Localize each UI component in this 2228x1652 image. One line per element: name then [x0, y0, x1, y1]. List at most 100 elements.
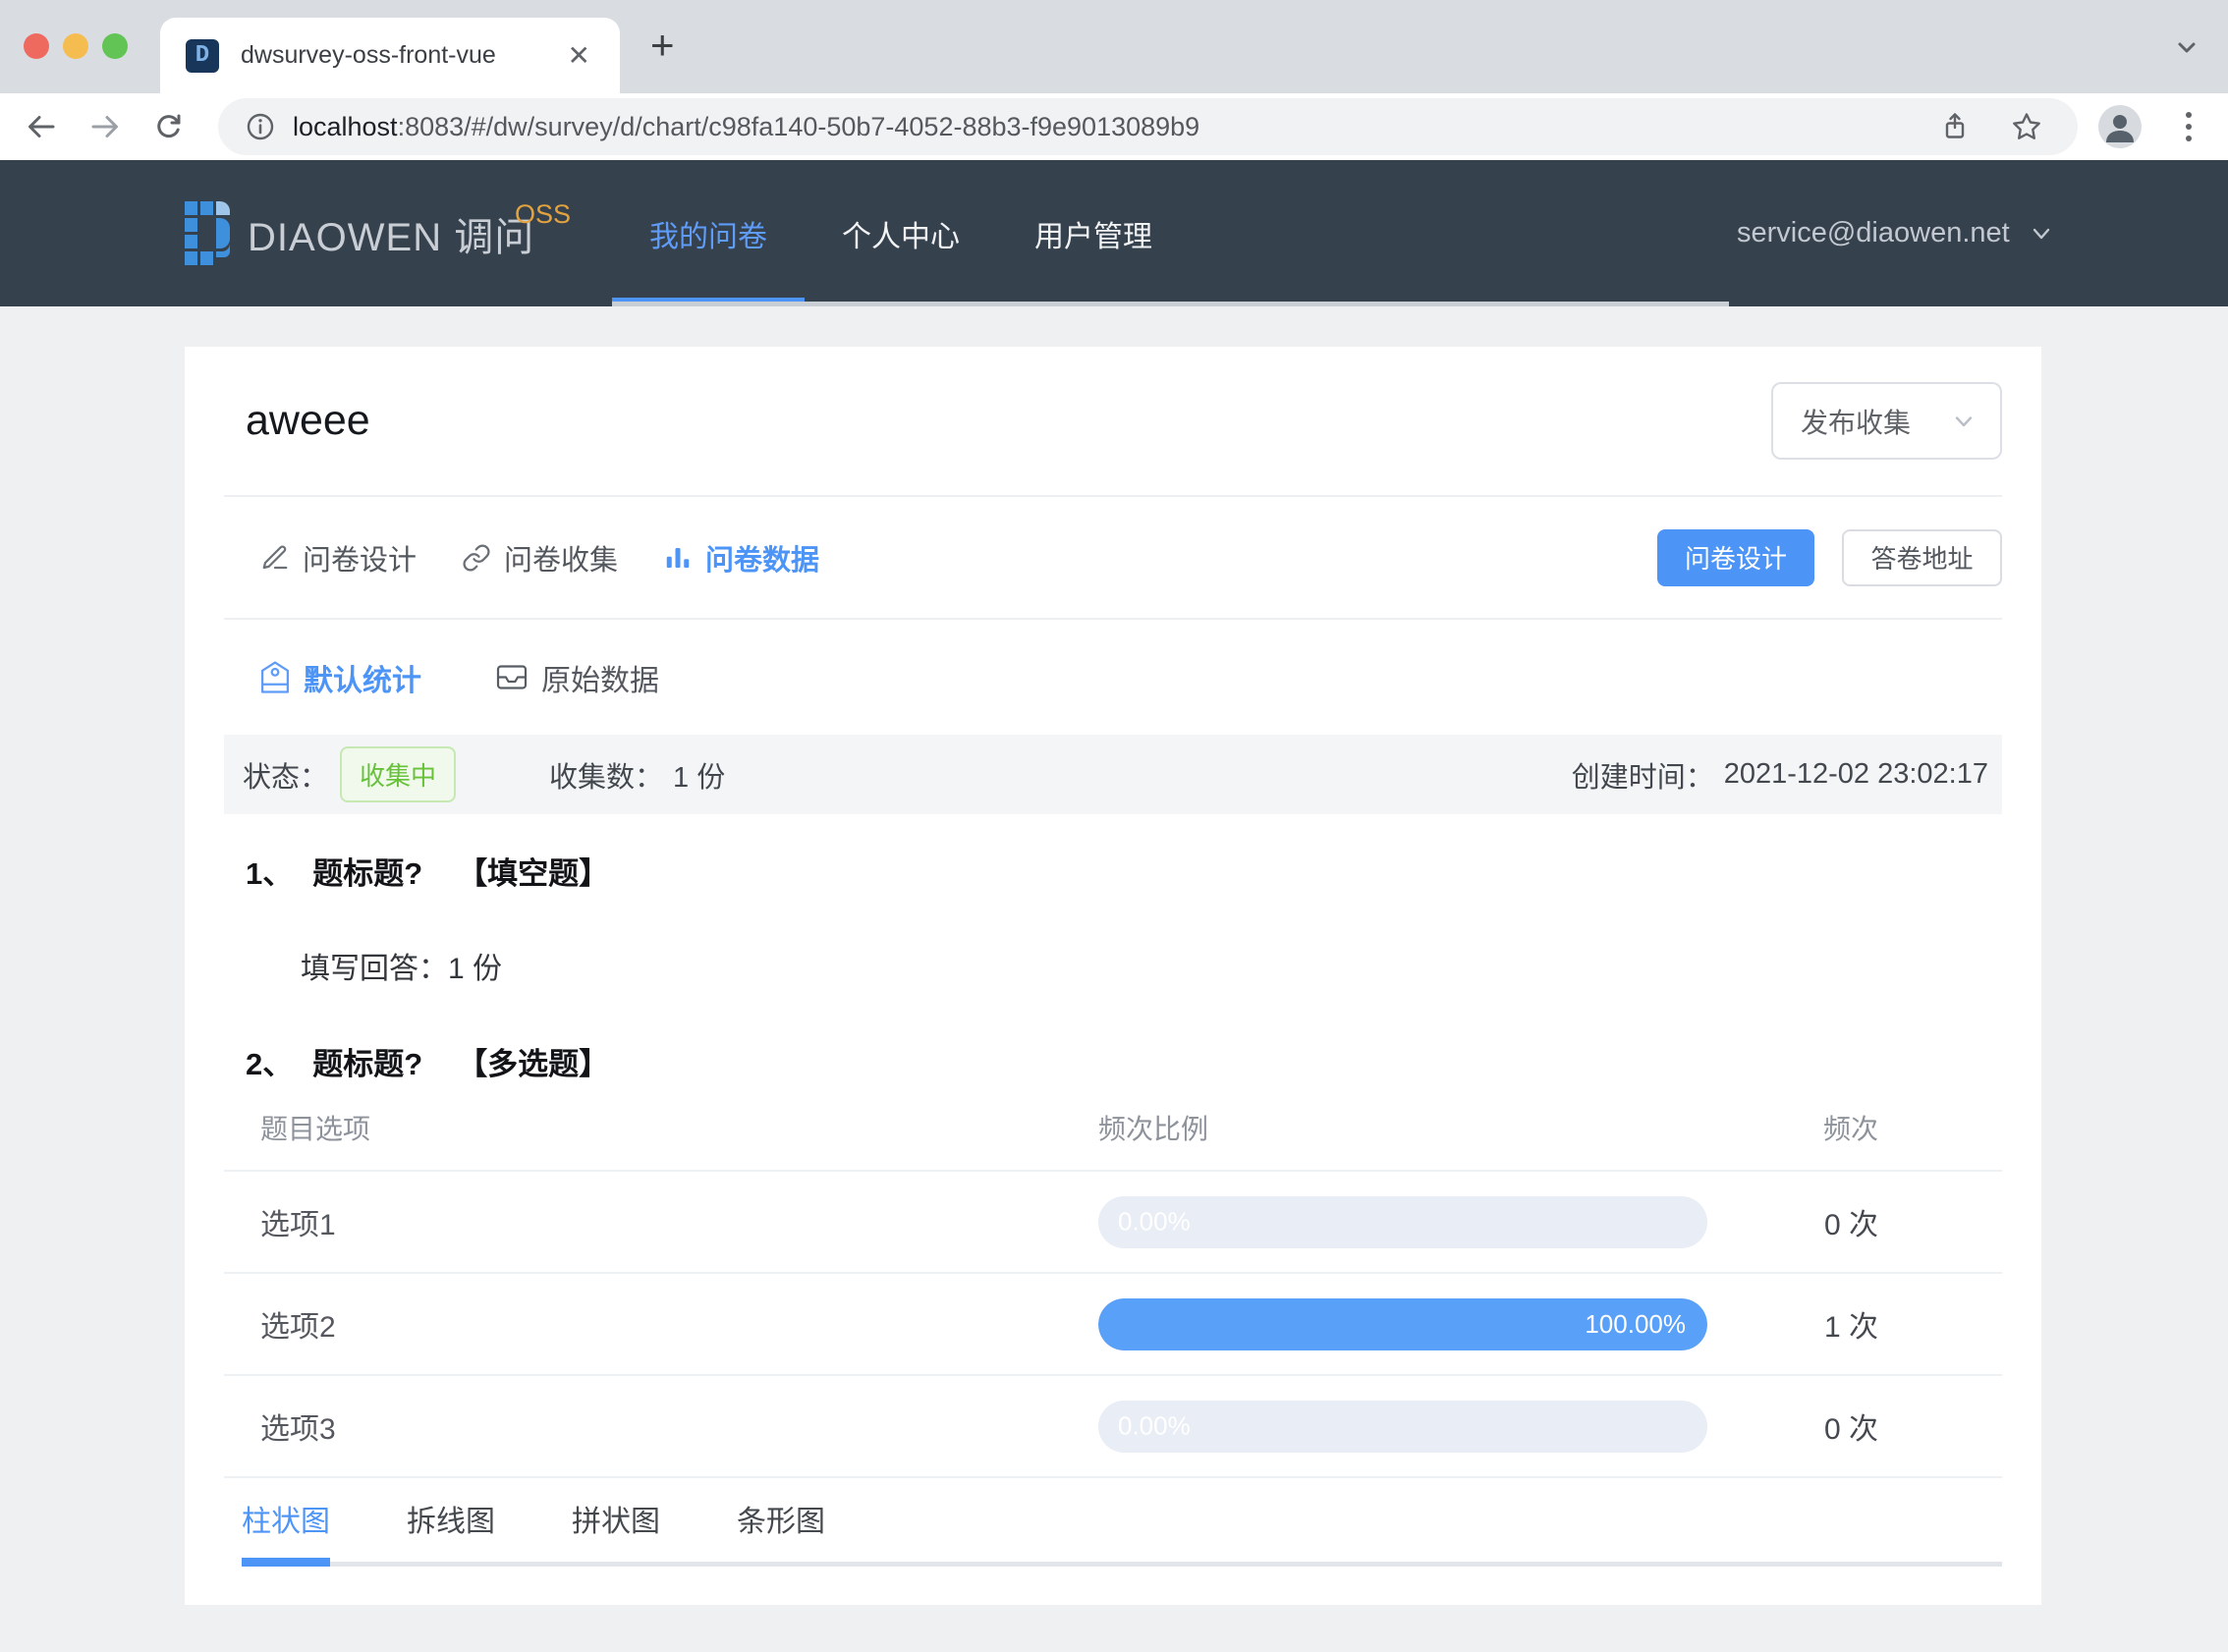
column-option: 题目选项	[260, 1113, 371, 1144]
main-nav: 我的问卷 个人中心 用户管理	[612, 160, 1190, 306]
table-row: 选项2 100.00% 100.00% 1 次	[224, 1274, 2002, 1376]
bookmark-star-icon[interactable]	[2009, 109, 2044, 144]
option-label: 选项3	[260, 1413, 336, 1446]
survey-design-button[interactable]: 问卷设计	[1657, 528, 1814, 586]
app-header: DIAOWEN 调问 OSS 我的问卷 个人中心 用户管理 service@di…	[0, 160, 2228, 306]
bar-chart-icon	[666, 547, 690, 568]
question-type-tag: 【多选题】	[457, 1047, 610, 1081]
tab-survey-data[interactable]: 问卷数据	[663, 537, 819, 578]
chart-tabs-underline	[242, 1558, 2002, 1567]
percent-track-label: 0.00%	[1118, 1206, 1191, 1237]
question-number: 2、	[246, 1047, 294, 1081]
browser-tab-strip: D dwsurvey-oss-front-vue ✕ +	[0, 0, 2228, 93]
account-dropdown[interactable]: service@diaowen.net	[1737, 160, 2055, 306]
browser-toolbar: localhost:8083/#/dw/survey/d/chart/c98fa…	[0, 93, 2228, 160]
close-window-button[interactable]	[24, 33, 49, 59]
chart-type-tabs: 柱状图 拆线图 拼状图 条形图	[224, 1502, 2002, 1543]
question-text: 题标题?	[312, 856, 423, 891]
link-icon	[463, 544, 490, 571]
question-number: 1、	[246, 856, 294, 891]
minimize-window-button[interactable]	[63, 33, 88, 59]
url-host: localhost	[293, 111, 398, 141]
zoom-window-button[interactable]	[102, 33, 128, 59]
question-2-title: 2、 题标题? 【多选题】	[224, 1045, 2002, 1084]
question-1-title: 1、 题标题? 【填空题】	[224, 854, 2002, 894]
percent-bar-fill: 100.00%	[1098, 1297, 1707, 1350]
tab-label: 问卷数据	[705, 544, 820, 577]
percent-fill-label: 100.00%	[1585, 1308, 1686, 1339]
percent-track-label: 0.00%	[1118, 1410, 1191, 1441]
tab-label: 原始数据	[541, 664, 659, 697]
statistics-tabs: 默认统计 原始数据	[224, 620, 2002, 735]
edit-icon	[262, 544, 288, 569]
underline-track	[242, 1562, 2002, 1567]
profile-avatar[interactable]	[2098, 105, 2142, 148]
publish-collect-select[interactable]: 发布收集	[1771, 382, 2002, 460]
tab-default-statistics[interactable]: 默认统计	[260, 656, 421, 699]
nav-item-personal-center[interactable]: 个人中心	[805, 160, 997, 306]
tab-label: 问卷收集	[504, 544, 619, 577]
browser-menu-icon[interactable]	[2171, 109, 2206, 144]
answer-url-button[interactable]: 答卷地址	[1842, 528, 2002, 586]
nav-underline-track	[612, 302, 1729, 306]
url-path: :8083/#/dw/survey/d/chart/c98fa140-50b7-…	[397, 111, 1200, 141]
status-badge: 收集中	[340, 746, 457, 802]
created-time-value: 2021-12-02 23:02:17	[1723, 758, 1988, 790]
column-ratio: 频次比例	[1098, 1113, 1209, 1144]
percent-bar: 0.00% 0.00%	[1098, 1400, 1707, 1453]
survey-section-tabs: 问卷设计 问卷收集 问卷数据 问卷设计 答卷地址	[224, 497, 2002, 620]
chart-tab-line[interactable]: 拆线图	[407, 1502, 495, 1543]
table-row: 选项3 0.00% 0.00% 0 次	[224, 1376, 2002, 1478]
question-1-answer-line: 填写回答：1 份	[224, 950, 2002, 989]
survey-card: aweee 发布收集 问卷设计 问卷收集 问卷数据 问卷设计 答卷地址 默认统计…	[185, 347, 2041, 1605]
inbox-icon	[496, 665, 528, 689]
tab-label: 默认统计	[304, 664, 421, 697]
answer-value: 1 份	[448, 953, 503, 985]
browser-tab[interactable]: D dwsurvey-oss-front-vue ✕	[160, 18, 620, 93]
chevron-down-icon	[1955, 415, 1973, 426]
table-row: 选项1 0.00% 0.00% 0 次	[224, 1172, 2002, 1274]
page-body: aweee 发布收集 问卷设计 问卷收集 问卷数据 问卷设计 答卷地址 默认统计…	[0, 306, 2228, 1605]
new-tab-button[interactable]: +	[650, 25, 675, 66]
close-tab-icon[interactable]: ✕	[564, 38, 594, 74]
tab-survey-design[interactable]: 问卷设计	[260, 537, 417, 578]
diaowen-logo-icon[interactable]	[185, 201, 230, 265]
tab-label: 问卷设计	[303, 544, 418, 577]
chart-tab-column[interactable]: 柱状图	[242, 1502, 330, 1543]
status-bar: 状态： 收集中 收集数： 1 份 创建时间： 2021-12-02 23:02:…	[224, 735, 2002, 814]
forward-icon[interactable]	[87, 109, 123, 144]
address-bar[interactable]: localhost:8083/#/dw/survey/d/chart/c98fa…	[218, 98, 2078, 155]
question-type-tag: 【填空题】	[457, 856, 610, 891]
chart-tab-pie[interactable]: 拼状图	[572, 1502, 660, 1543]
chevron-down-icon	[2033, 228, 2049, 239]
frequency-value: 1 次	[1823, 1311, 1878, 1344]
favicon-icon: D	[186, 38, 219, 73]
collect-count-value: 1 份	[673, 761, 726, 794]
tab-survey-collect[interactable]: 问卷收集	[462, 537, 618, 578]
back-icon[interactable]	[24, 109, 59, 144]
url-text: localhost:8083/#/dw/survey/d/chart/c98fa…	[293, 112, 1938, 142]
tab-title: dwsurvey-oss-front-vue	[241, 41, 496, 69]
brand-text: DIAOWEN 调问	[248, 215, 535, 259]
window-controls	[24, 33, 128, 59]
head-actions: 问卷设计 答卷地址	[1657, 528, 2002, 586]
reload-icon[interactable]	[151, 109, 187, 144]
share-icon[interactable]	[1938, 110, 1972, 143]
created-time-label: 创建时间：	[1571, 761, 1714, 794]
table-header: 题目选项 频次比例 频次	[224, 1084, 2002, 1172]
option-label: 选项2	[260, 1311, 336, 1344]
nav-item-user-management[interactable]: 用户管理	[997, 160, 1190, 306]
tab-raw-data[interactable]: 原始数据	[496, 656, 659, 699]
answer-label: 填写回答：	[301, 953, 448, 985]
tab-overflow-chevron-icon[interactable]	[2171, 31, 2202, 63]
collect-count-label: 收集数：	[549, 761, 664, 794]
site-info-icon[interactable]	[244, 110, 277, 143]
underline-active	[242, 1558, 330, 1567]
status-label: 状态：	[243, 761, 329, 794]
card-head: aweee 发布收集	[224, 347, 2002, 497]
account-email: service@diaowen.net	[1737, 217, 2010, 248]
nav-item-my-surveys[interactable]: 我的问卷	[612, 160, 805, 306]
chart-tab-bar[interactable]: 条形图	[737, 1502, 825, 1543]
frequency-value: 0 次	[1823, 1413, 1878, 1446]
percent-bar: 100.00% 100.00%	[1098, 1297, 1707, 1350]
